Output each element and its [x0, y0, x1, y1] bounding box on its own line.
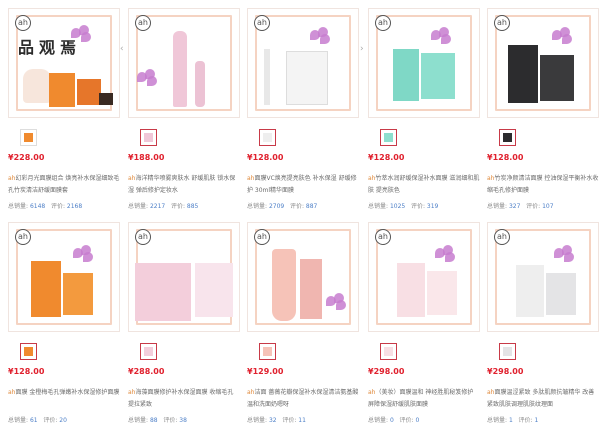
product-price: ¥128.00	[247, 153, 284, 162]
product-box-orange-2	[63, 273, 93, 315]
flower-icon	[435, 245, 457, 263]
product-box-orange	[49, 73, 75, 107]
product-box-black-2	[540, 55, 574, 101]
product-jar	[99, 93, 113, 105]
product-price: ¥128.00	[487, 153, 524, 162]
product-face-mask-image	[23, 69, 51, 103]
product-stats: 总销量: 0 评价: 0	[368, 417, 420, 424]
brand-logo-icon: ah	[254, 15, 270, 31]
product-tube-2	[300, 259, 322, 319]
product-price: ¥128.00	[8, 367, 45, 376]
product-box-orange-2	[77, 79, 101, 105]
product-image[interactable]: ah	[368, 8, 480, 118]
product-thumbnail[interactable]	[20, 129, 37, 146]
product-title[interactable]: ah海洋精华喷雾爽肤水 舒缓肌肤 锁水保湿 弹后修护定妆水	[128, 173, 240, 197]
product-image[interactable]: ah	[8, 8, 120, 118]
product-thumbnail[interactable]	[380, 343, 397, 360]
product-grid: ah 品观焉 ¥228.00 ah幻彩月光面膜组合 焕亮补水保湿细致毛孔竹炭清洁…	[0, 0, 600, 426]
watermark-text: 品观焉	[18, 38, 82, 57]
product-box-silver-2	[546, 273, 576, 315]
product-thumbnail[interactable]	[20, 343, 37, 360]
product-box-pink-2	[195, 263, 233, 317]
product-image[interactable]: ah	[128, 222, 240, 332]
product-box-blush	[397, 263, 425, 317]
product-image[interactable]: ah	[8, 222, 120, 332]
product-stats: 总销量: 1025 评价: 319	[368, 203, 439, 210]
product-tube	[264, 49, 270, 105]
product-box-silver	[516, 265, 544, 317]
product-image[interactable]: ah	[487, 8, 599, 118]
brand-logo-icon: ah	[15, 229, 31, 245]
product-bottle-pink	[173, 31, 187, 107]
product-thumbnail[interactable]	[259, 343, 276, 360]
product-image[interactable]: ah	[247, 8, 359, 118]
product-thumbnail[interactable]	[140, 343, 157, 360]
brand-logo-icon: ah	[135, 229, 151, 245]
brand-logo-icon: ah	[375, 229, 391, 245]
product-price: ¥188.00	[128, 153, 165, 162]
product-price: ¥298.00	[487, 367, 524, 376]
product-image[interactable]: ah	[128, 8, 240, 118]
product-stats: 总销量: 6148 评价: 2168	[8, 203, 83, 210]
product-tube-peach	[272, 249, 296, 321]
product-image[interactable]: ah	[247, 222, 359, 332]
product-price: ¥129.00	[247, 367, 284, 376]
product-stats: 总销量: 327 评价: 107	[487, 203, 554, 210]
brand-logo-icon: ah	[135, 15, 151, 31]
product-title[interactable]: ah面膜温涩紧致 多肽肌颜抗皱精华 改善紧致肌肤调理肌肤纹理面	[487, 387, 599, 411]
brand-logo-icon: ah	[494, 229, 510, 245]
flower-icon	[137, 69, 159, 87]
product-bottle-small	[195, 61, 205, 107]
product-title[interactable]: ah竹炭净颜清洁面膜 控油保湿平衡补水收缩毛孔修护面膜	[487, 173, 599, 197]
product-thumbnail[interactable]	[140, 129, 157, 146]
product-price: ¥228.00	[8, 153, 45, 162]
product-thumbnail[interactable]	[259, 129, 276, 146]
brand-logo-icon: ah	[254, 229, 270, 245]
product-price: ¥298.00	[368, 367, 405, 376]
product-image[interactable]: ah	[368, 222, 480, 332]
product-title[interactable]: ah洁面 蔷薇花瓣保湿补水保湿清洁氨基酸温和洗面奶嗯呀	[247, 387, 359, 411]
product-stats: 总销量: 2217 评价: 885	[128, 203, 199, 210]
product-price: ¥128.00	[368, 153, 405, 162]
product-box-orange	[31, 261, 61, 317]
chevron-right-icon[interactable]: ›	[360, 44, 364, 54]
product-title[interactable]: ah海藻面膜修护补水保湿面膜 收缩毛孔 提拉紧致	[128, 387, 240, 411]
product-title[interactable]: ah竹萃水润舒缓保湿补水面膜 滋润细和肌肤 提亮肤色	[368, 173, 480, 197]
product-image[interactable]: ah	[487, 222, 599, 332]
product-title[interactable]: ah（美妆）面膜温和 神经胜肌秘笈修护 屏障保湿舒缓肌肤面膜	[368, 387, 480, 411]
product-box-mint-2	[421, 53, 455, 99]
product-stats: 总销量: 32 评价: 11	[247, 417, 306, 424]
flower-icon	[73, 245, 95, 263]
flower-icon	[326, 293, 348, 311]
product-title[interactable]: ah面膜VC焕亮提亮肤色 补水保湿 舒缓修护 30ml精华面膜	[247, 173, 359, 197]
product-stats: 总销量: 61 评价: 20	[8, 417, 67, 424]
product-stats: 总销量: 88 评价: 38	[128, 417, 187, 424]
product-title[interactable]: ah面膜 金橙梅毛孔弹嫩补水保湿修护面膜	[8, 387, 120, 411]
flower-icon	[554, 245, 576, 263]
product-box-mint	[393, 49, 419, 101]
product-thumbnail[interactable]	[499, 343, 516, 360]
product-stats: 总销量: 1 评价: 1	[487, 417, 539, 424]
brand-logo-icon: ah	[494, 15, 510, 31]
product-thumbnail[interactable]	[499, 129, 516, 146]
flower-icon	[431, 27, 453, 45]
brand-logo-icon: ah	[15, 15, 31, 31]
product-price: ¥288.00	[128, 367, 165, 376]
flower-icon	[310, 27, 332, 45]
product-box-blush-2	[427, 271, 457, 315]
product-thumbnail[interactable]	[380, 129, 397, 146]
product-title[interactable]: ah幻彩月光面膜组合 焕亮补水保湿细致毛孔竹炭清洁舒缓面膜套	[8, 173, 120, 197]
chevron-left-icon[interactable]: ‹	[120, 44, 124, 54]
product-box-black	[508, 45, 538, 103]
flower-icon	[552, 27, 574, 45]
product-box-pink	[135, 263, 191, 321]
product-stats: 总销量: 2709 评价: 887	[247, 203, 318, 210]
product-box-white	[286, 51, 328, 105]
brand-logo-icon: ah	[375, 15, 391, 31]
